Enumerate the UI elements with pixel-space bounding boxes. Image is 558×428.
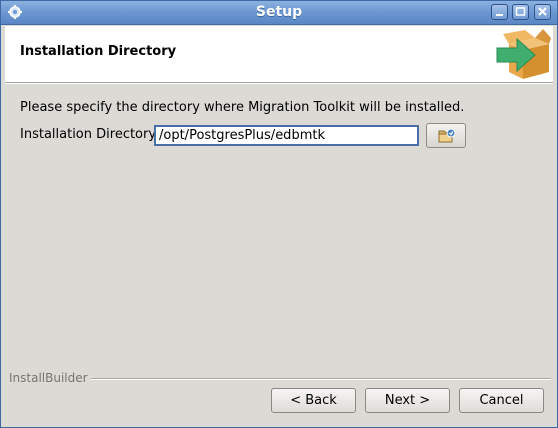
installation-directory-input[interactable] (154, 125, 419, 146)
installbuilder-label: InstallBuilder (9, 371, 91, 385)
setup-window: Setup Installation Directory Please spec… (0, 0, 558, 428)
minimize-icon (496, 14, 503, 16)
maximize-button[interactable] (512, 4, 529, 20)
cancel-button[interactable]: Cancel (459, 388, 544, 413)
instructions-text: Please specify the directory where Migra… (20, 100, 465, 115)
close-icon (538, 7, 547, 16)
next-button[interactable]: Next > (365, 388, 450, 413)
browse-button[interactable] (426, 123, 466, 148)
close-button[interactable] (534, 4, 551, 20)
installation-directory-label: Installation Directory (20, 127, 157, 142)
maximize-icon (515, 7, 526, 16)
footer-divider (91, 378, 551, 380)
install-box-logo-icon (496, 29, 551, 79)
minimize-button[interactable] (491, 4, 508, 20)
page-header: Installation Directory (5, 26, 553, 83)
back-button[interactable]: < Back (271, 388, 356, 413)
page-title: Installation Directory (20, 44, 177, 59)
title-bar[interactable]: Setup (1, 1, 557, 25)
window-title: Setup (255, 4, 303, 20)
header-divider (5, 83, 553, 84)
folder-browse-icon (438, 128, 456, 143)
